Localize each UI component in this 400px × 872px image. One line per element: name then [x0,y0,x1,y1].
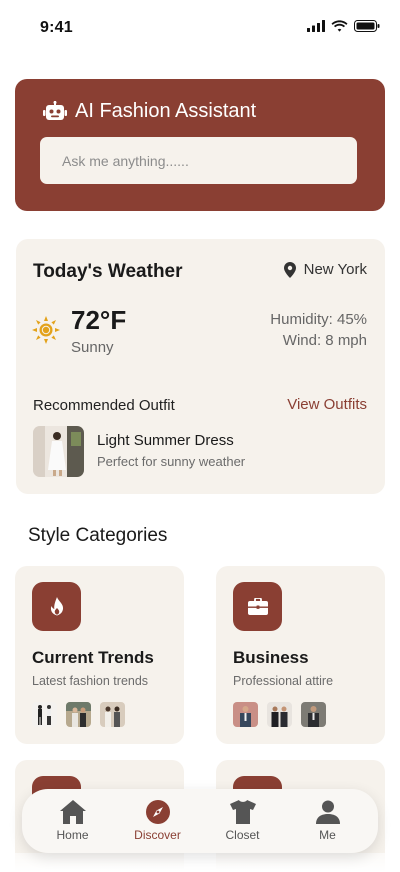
business-thumbnail [233,702,258,727]
weather-condition: Sunny [71,339,114,356]
nav-discover[interactable]: Discover [118,800,198,842]
weather-card: Today's Weather New York 72°F Sunny Humi… [16,239,385,494]
style-categories-title: Style Categories [28,525,168,546]
location[interactable]: New York [283,261,367,278]
nav-label: Home [56,828,89,842]
category-card-current-trends[interactable]: Current Trends Latest fashion trends [15,566,184,744]
nav-me[interactable]: Me [288,800,368,842]
view-outfits-link[interactable]: View Outfits [287,396,367,413]
compass-icon [145,800,170,824]
trend-thumbnail [100,702,125,727]
assistant-title: AI Fashion Assistant [75,100,257,122]
temperature: 72°F [71,305,127,335]
outfit-name: Light Summer Dress [97,432,234,449]
recommended-outfit-label: Recommended Outfit [33,397,175,414]
nav-home[interactable]: Home [33,800,113,842]
shirt-icon [229,800,256,824]
nav-label: Discover [134,828,181,842]
briefcase-icon [247,598,268,615]
outfit-description: Perfect for sunny weather [97,454,246,469]
category-card-business[interactable]: Business Professional attire [216,566,385,744]
bottom-nav: Home Discover Closet Me [22,789,378,853]
robot-icon [43,100,67,120]
category-title: Current Trends [32,648,154,667]
signal-icon [307,20,325,32]
category-thumbnails [233,702,326,727]
ask-assistant-input[interactable] [40,137,357,184]
ai-assistant-card: AI Fashion Assistant [15,79,385,211]
nav-label: Closet [225,828,260,842]
location-label: New York [303,261,367,278]
category-icon-box [233,582,282,631]
trend-thumbnail [32,702,57,727]
status-time: 9:41 [40,19,73,36]
home-icon [59,800,86,824]
nav-label: Me [319,828,336,842]
category-subtitle: Latest fashion trends [32,674,149,688]
flame-icon [50,596,63,615]
outfit-thumbnail[interactable] [33,426,84,477]
category-subtitle: Professional attire [233,674,334,688]
assistant-header: AI Fashion Assistant [43,100,256,123]
sun-icon [32,316,60,344]
business-thumbnail [267,702,292,727]
weather-title: Today's Weather [33,261,183,282]
wifi-icon [331,20,348,32]
bottom-fade [0,853,400,872]
status-icons [307,20,380,32]
user-icon [315,800,340,824]
category-thumbnails [32,702,125,727]
category-title: Business [233,648,309,667]
humidity: Humidity: 45% [270,311,367,328]
trend-thumbnail [66,702,91,727]
nav-closet[interactable]: Closet [203,800,283,842]
business-thumbnail [301,702,326,727]
location-pin-icon [283,261,296,278]
battery-icon [354,20,380,32]
category-icon-box [32,582,81,631]
status-bar: 9:41 [0,0,400,56]
wind: Wind: 8 mph [282,332,367,349]
